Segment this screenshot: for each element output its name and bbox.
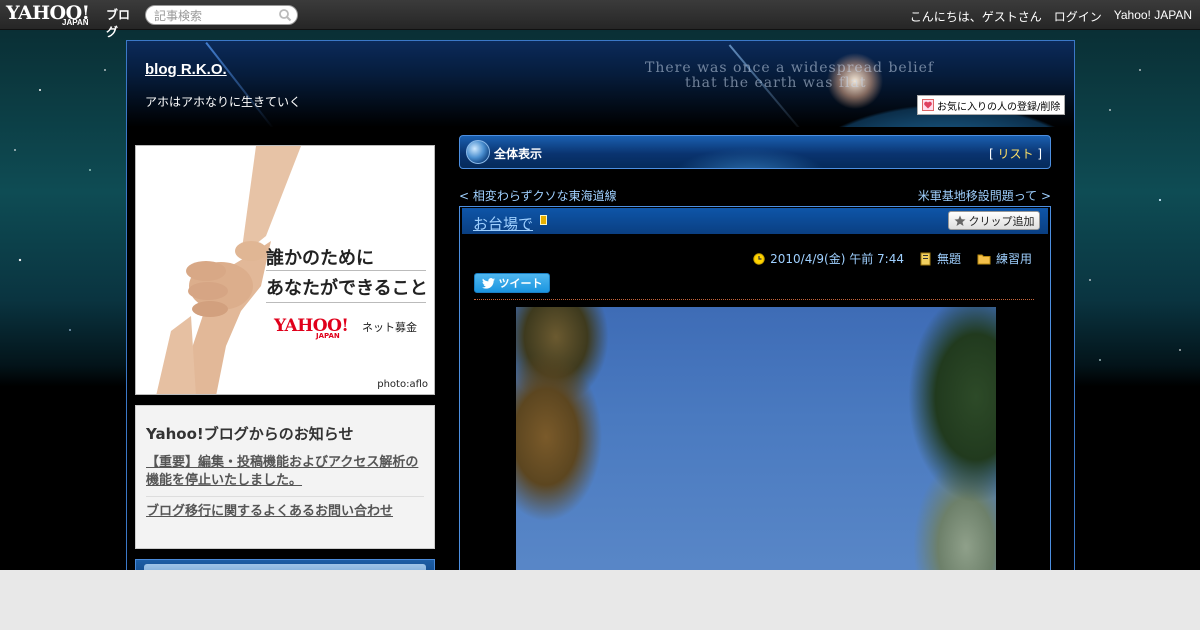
- tweet-label: ツイート: [498, 277, 543, 290]
- blog-title[interactable]: blog R.K.O.: [145, 61, 227, 78]
- header-art-line2: that the earth was flat: [685, 75, 867, 91]
- yahoo-japan-link[interactable]: Yahoo! JAPAN: [1114, 8, 1192, 25]
- search-icon[interactable]: [278, 8, 292, 22]
- article-divider: [474, 299, 1034, 300]
- folder-icon: [977, 254, 991, 264]
- ad-service-name: ネット募金: [362, 321, 417, 334]
- blog-description: アホはアホなりに生きていく: [145, 95, 302, 109]
- post-category: 無題: [920, 250, 961, 267]
- tweet-button[interactable]: ツイート: [474, 273, 550, 293]
- article-meta: 2010/4/9(金) 午前 7:44 無題 練習用: [753, 250, 1032, 267]
- favorite-register-button[interactable]: お気に入りの人の登録/削除: [917, 95, 1065, 115]
- post-date-link[interactable]: 2010/4/9(金) 午前 7:44: [770, 250, 904, 267]
- header-art-text: There was once a widespread belief that …: [645, 61, 1074, 91]
- article-title[interactable]: お台場で: [473, 213, 533, 234]
- folder-link-practice[interactable]: 練習用: [996, 250, 1032, 267]
- list-view-toggle: [ リスト ]: [989, 145, 1042, 162]
- net-donation-ad[interactable]: 誰かのために あなたができること YAHOO! JAPAN ネット募金 phot…: [135, 145, 435, 395]
- header-art-line1: There was once a widespread belief: [645, 60, 935, 76]
- list-bracket-close: ]: [1037, 147, 1042, 161]
- article-photo[interactable]: [516, 307, 996, 587]
- star-icon: [954, 215, 965, 226]
- notice-link-shutdown[interactable]: 【重要】編集・投稿機能およびアクセス解析の機能を停止いたしました。: [146, 454, 424, 497]
- blog-header: There was once a widespread belief that …: [127, 41, 1074, 127]
- yahoo-blog-notice: Yahoo!ブログからのお知らせ 【重要】編集・投稿機能およびアクセス解析の機能…: [135, 405, 435, 549]
- clip-add-button[interactable]: クリップ追加: [948, 211, 1040, 230]
- page-footer-area: [0, 570, 1200, 630]
- article-title-bar: お台場で クリップ追加: [462, 208, 1048, 234]
- clip-add-label: クリップ追加: [968, 214, 1035, 228]
- blog-frame: There was once a widespread belief that …: [126, 40, 1075, 589]
- article-pager: < 相変わらずクソな東海道線 米軍基地移設問題って >: [459, 187, 1051, 203]
- post-date: 2010/4/9(金) 午前 7:44: [753, 250, 904, 267]
- user-links: こんにちは、ゲストさん ログイン Yahoo! JAPAN: [910, 8, 1192, 25]
- ad-yahoo-logo-sub: JAPAN: [316, 332, 340, 340]
- notice-heading: Yahoo!ブログからのお知らせ: [146, 425, 354, 443]
- prev-article-link[interactable]: 相変わらずクソな東海道線: [473, 189, 617, 203]
- ad-copy-line2: あなたができること: [266, 278, 428, 299]
- ad-photo-credit: photo:aflo: [377, 379, 428, 390]
- post-folder: 練習用: [977, 250, 1032, 267]
- notice-link-faq[interactable]: ブログ移行に関するよくあるお問い合わせ: [146, 503, 424, 521]
- header-decoration: [205, 42, 275, 127]
- book-icon: [920, 252, 931, 265]
- section-header-bar: 全体表示 [ リスト ]: [459, 135, 1051, 169]
- next-article-link[interactable]: 米軍基地移設問題って: [918, 189, 1037, 203]
- list-view-link[interactable]: リスト: [997, 147, 1033, 161]
- article-entry: お台場で クリップ追加 2010/4/9(金) 午前 7:44 無題 練習用 ツ…: [459, 206, 1051, 587]
- next-article: 米軍基地移設問題って >: [918, 187, 1051, 204]
- heart-icon: [922, 99, 934, 111]
- login-link[interactable]: ログイン: [1054, 8, 1102, 25]
- section-label: 全体表示: [494, 147, 543, 161]
- ad-divider: [266, 270, 426, 271]
- next-mark: >: [1040, 189, 1051, 203]
- yahoo-logo-service: ブログ: [106, 8, 131, 39]
- ad-copy-line1: 誰かのために: [266, 248, 374, 269]
- favorite-register-label: お気に入りの人の登録/削除: [937, 101, 1061, 113]
- yahoo-blog-logo[interactable]: YAHOO! JAPAN ブログ: [6, 2, 140, 39]
- prev-article: < 相変わらずクソな東海道線: [459, 187, 617, 204]
- ad-divider: [266, 302, 426, 303]
- search-input[interactable]: [154, 8, 274, 23]
- globe-icon: [466, 140, 490, 164]
- category-link-untitled[interactable]: 無題: [937, 250, 961, 267]
- yahoo-top-bar: YAHOO! JAPAN ブログ こんにちは、ゲストさん ログイン Yahoo!…: [0, 0, 1200, 39]
- prev-mark: <: [459, 189, 470, 203]
- mobile-post-icon: [540, 215, 547, 225]
- yahoo-logo-sub: JAPAN: [62, 18, 89, 27]
- list-bracket-open: [: [988, 147, 994, 161]
- search-box: [145, 5, 298, 25]
- twitter-bird-icon: [481, 277, 495, 289]
- greeting-text: こんにちは、ゲストさん: [909, 10, 1042, 24]
- clock-icon: [753, 252, 765, 265]
